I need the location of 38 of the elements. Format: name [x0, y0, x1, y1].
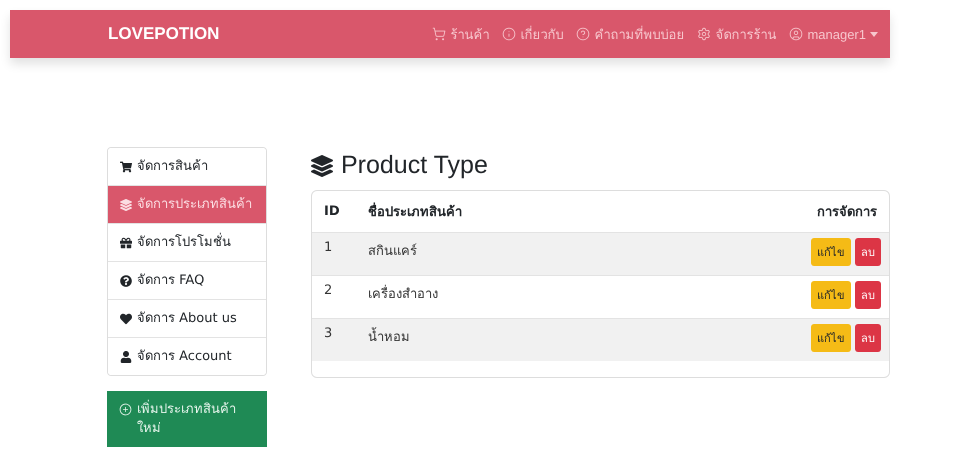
delete-button[interactable]: ลบ — [855, 281, 881, 309]
nav-link[interactable]: ร้านค้า — [432, 24, 490, 44]
layers-icon — [120, 199, 132, 211]
sidebar-item[interactable]: จัดการ Account — [108, 337, 266, 375]
gift-icon — [120, 237, 132, 249]
column-header: ID — [312, 191, 356, 232]
help-icon — [120, 275, 132, 287]
user-icon — [120, 351, 132, 363]
table-cell: 1 — [312, 232, 356, 276]
edit-button[interactable]: แก้ไข — [811, 281, 851, 309]
edit-button[interactable]: แก้ไข — [811, 238, 851, 266]
heart-icon — [120, 313, 132, 325]
sidebar-item[interactable]: จัดการประเภทสินค้า — [108, 185, 266, 223]
cart-icon — [432, 27, 446, 41]
brand-logo[interactable]: LOVEPOTION — [108, 24, 220, 44]
edit-button[interactable]: แก้ไข — [811, 324, 851, 352]
settings-icon — [697, 27, 712, 41]
column-header: การจัดการ — [799, 191, 889, 232]
table-cell: เครื่องสำอาง — [356, 276, 799, 318]
plus-icon — [119, 403, 132, 416]
nav-link[interactable]: เกี่ยวกับ — [502, 24, 564, 44]
user-icon — [789, 27, 804, 41]
add-type-button[interactable]: เพิ่มประเภทสินค้าใหม่ — [107, 391, 267, 447]
cart-icon — [120, 161, 132, 173]
layers-icon — [311, 154, 333, 176]
table-cell: 3 — [312, 318, 356, 361]
help-icon — [576, 27, 590, 41]
nav-link[interactable]: จัดการร้าน — [697, 24, 776, 44]
table-cell: น้ำหอม — [356, 318, 799, 361]
table-cell: 2 — [312, 276, 356, 318]
page-title: Product Type — [311, 151, 890, 180]
nav-link[interactable]: คำถามที่พบบ่อย — [576, 24, 684, 44]
table-cell: สกินแคร์ — [356, 232, 799, 276]
delete-button[interactable]: ลบ — [855, 238, 881, 266]
nav-link[interactable]: manager1 — [789, 26, 878, 42]
delete-button[interactable]: ลบ — [855, 324, 881, 352]
column-header: ชื่อประเภทสินค้า — [356, 191, 799, 232]
info-icon — [502, 27, 516, 41]
